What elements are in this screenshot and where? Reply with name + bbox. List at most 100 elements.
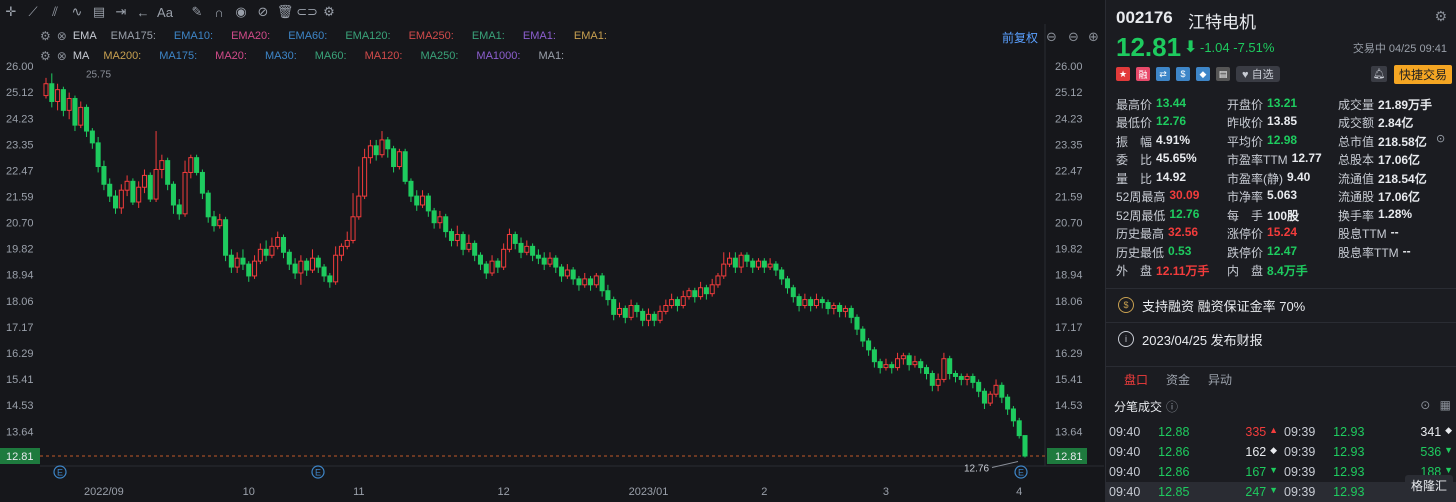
candle-body[interactable]	[159, 160, 165, 170]
candle-body[interactable]	[170, 183, 176, 206]
candle-body[interactable]	[211, 216, 217, 227]
candle-body[interactable]	[547, 257, 553, 265]
candle-body[interactable]	[199, 171, 205, 194]
candle-body[interactable]	[240, 257, 246, 265]
candle-body[interactable]	[391, 148, 397, 168]
candle-body[interactable]	[443, 216, 449, 233]
candle-body[interactable]	[512, 234, 518, 244]
candle-body[interactable]	[518, 242, 524, 253]
tag-icon[interactable]: ◆	[1196, 67, 1210, 81]
candlestick-chart[interactable]: 26.00 26.00 25.12 25.12 24.23 24.23 23.35 23.35…	[0, 0, 1104, 502]
candle-body[interactable]	[837, 304, 843, 312]
candle-body[interactable]	[721, 263, 727, 277]
candle-body[interactable]	[228, 254, 234, 268]
candle-body[interactable]	[582, 278, 588, 286]
candle-body[interactable]	[854, 316, 860, 330]
candle-body[interactable]	[188, 157, 194, 173]
candle-body[interactable]	[1010, 408, 1016, 422]
tab-0[interactable]: 盘口	[1124, 371, 1148, 388]
candle-body[interactable]	[495, 260, 501, 268]
candle-body[interactable]	[732, 257, 738, 268]
candle-body[interactable]	[420, 195, 426, 206]
doc-icon[interactable]: ▤	[1216, 67, 1230, 81]
candle-body[interactable]	[182, 171, 188, 215]
candle-body[interactable]	[344, 239, 350, 247]
candle-body[interactable]	[918, 361, 924, 369]
candle-body[interactable]	[877, 361, 883, 369]
candle-body[interactable]	[599, 275, 605, 292]
report-info[interactable]: i 2023/04/25 发布财报	[1106, 322, 1456, 355]
candle-body[interactable]	[825, 302, 831, 309]
candle-body[interactable]	[709, 284, 715, 295]
candle-body[interactable]	[506, 234, 512, 250]
candle-body[interactable]	[819, 299, 825, 304]
settings-icon[interactable]: ⚙	[1434, 8, 1447, 25]
candle-body[interactable]	[564, 269, 570, 277]
candle-body[interactable]	[292, 263, 298, 274]
candle-body[interactable]	[315, 257, 321, 268]
candle-body[interactable]	[356, 195, 362, 218]
candle-body[interactable]	[460, 234, 466, 250]
candle-body[interactable]	[941, 358, 947, 380]
candle-body[interactable]	[744, 254, 750, 262]
grid-icon[interactable]: ▦	[1440, 398, 1451, 412]
candle-body[interactable]	[107, 183, 113, 197]
candle-body[interactable]	[866, 340, 872, 351]
candle-body[interactable]	[976, 381, 982, 392]
candle-body[interactable]	[645, 313, 651, 321]
candle-body[interactable]	[217, 219, 223, 227]
candle-body[interactable]	[842, 307, 848, 312]
candle-body[interactable]	[663, 304, 669, 312]
candle-body[interactable]	[501, 248, 507, 268]
candle-body[interactable]	[1005, 396, 1011, 410]
candle-body[interactable]	[396, 151, 402, 168]
candle-body[interactable]	[524, 245, 530, 253]
candle-body[interactable]	[362, 157, 368, 197]
candle-body[interactable]	[605, 290, 611, 301]
candle-body[interactable]	[43, 83, 49, 97]
candle-body[interactable]	[194, 157, 200, 173]
candle-body[interactable]	[784, 278, 791, 289]
candle-body[interactable]	[1016, 420, 1022, 437]
candle-body[interactable]	[327, 275, 333, 283]
candle-body[interactable]	[141, 174, 148, 188]
candle-body[interactable]	[205, 192, 211, 218]
quick-trade-button[interactable]: 快捷交易	[1394, 65, 1453, 84]
candle-body[interactable]	[813, 299, 819, 306]
candle-body[interactable]	[275, 236, 281, 247]
candle-body[interactable]	[350, 216, 356, 241]
candle-body[interactable]	[304, 260, 310, 271]
candle-body[interactable]	[263, 248, 269, 256]
candle-body[interactable]	[165, 160, 171, 185]
candle-body[interactable]	[112, 195, 119, 209]
candle-body[interactable]	[338, 245, 344, 256]
candle-body[interactable]	[755, 260, 762, 268]
candle-body[interactable]	[55, 89, 61, 102]
candle-body[interactable]	[535, 254, 541, 259]
candle-body[interactable]	[970, 375, 976, 383]
candle-body[interactable]	[802, 299, 808, 306]
candle-body[interactable]	[425, 195, 431, 212]
candle-body[interactable]	[761, 260, 767, 268]
tab-2[interactable]: 异动	[1208, 371, 1232, 388]
candle-body[interactable]	[124, 180, 130, 191]
candle-body[interactable]	[570, 269, 576, 280]
candle-body[interactable]	[889, 364, 895, 369]
candle-body[interactable]	[715, 275, 721, 286]
candle-body[interactable]	[95, 142, 101, 168]
candle-body[interactable]	[176, 204, 182, 215]
candle-body[interactable]	[66, 98, 72, 111]
candle-body[interactable]	[923, 367, 930, 375]
candle-body[interactable]	[987, 393, 993, 404]
candle-body[interactable]	[147, 174, 153, 200]
candle-body[interactable]	[136, 186, 142, 203]
candle-body[interactable]	[60, 89, 66, 111]
candle-body[interactable]	[622, 307, 628, 318]
candle-body[interactable]	[472, 242, 478, 256]
candle-body[interactable]	[223, 219, 229, 256]
candle-body[interactable]	[321, 266, 327, 277]
candle-body[interactable]	[773, 263, 779, 271]
candle-body[interactable]	[616, 307, 623, 315]
candle-body[interactable]	[402, 151, 408, 182]
candle-body[interactable]	[234, 257, 240, 268]
